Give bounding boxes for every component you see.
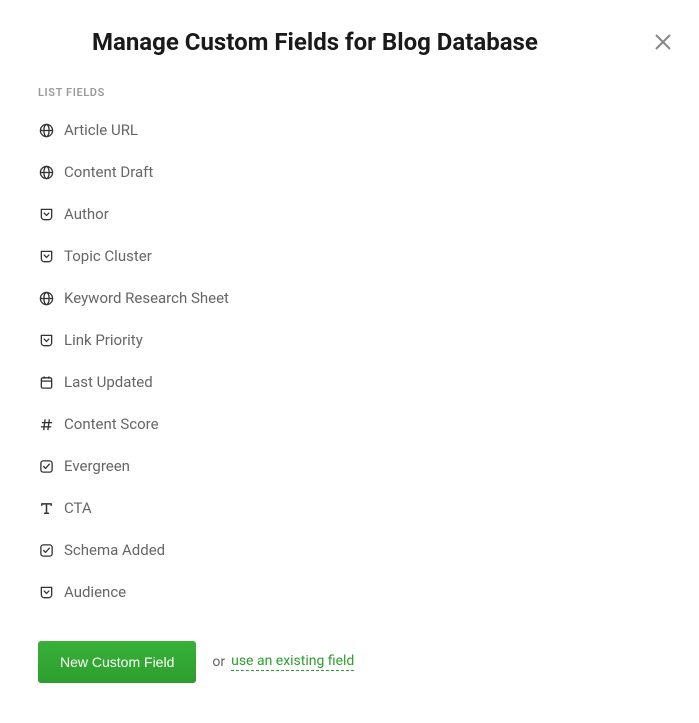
shield-down-icon (38, 332, 54, 348)
field-item[interactable]: Author (38, 193, 699, 235)
section-label: LIST FIELDS (0, 56, 699, 109)
field-label: CTA (64, 499, 92, 517)
field-label: Last Updated (64, 373, 153, 391)
modal-title: Manage Custom Fields for Blog Database (92, 28, 538, 56)
text-icon (38, 500, 54, 516)
field-item[interactable]: Keyword Research Sheet (38, 277, 699, 319)
field-list: Article URL Content Draft Author Topic C… (0, 109, 699, 613)
field-label: Content Score (64, 415, 159, 433)
field-item[interactable]: Content Score (38, 403, 699, 445)
calendar-icon (38, 374, 54, 390)
field-item[interactable]: Article URL (38, 109, 699, 151)
field-label: Evergreen (64, 457, 130, 475)
field-label: Article URL (64, 121, 138, 139)
field-label: Schema Added (64, 541, 165, 559)
field-item[interactable]: Topic Cluster (38, 235, 699, 277)
field-label: Content Draft (64, 163, 153, 181)
field-item[interactable]: Audience (38, 571, 699, 613)
shield-down-icon (38, 206, 54, 222)
modal-header: Manage Custom Fields for Blog Database (0, 0, 699, 56)
field-label: Author (64, 205, 109, 223)
checkbox-icon (38, 542, 54, 558)
shield-down-icon (38, 584, 54, 600)
checkbox-icon (38, 458, 54, 474)
use-existing-field-link[interactable]: use an existing field (231, 653, 354, 671)
close-button[interactable] (651, 30, 675, 54)
field-item[interactable]: Last Updated (38, 361, 699, 403)
field-label: Topic Cluster (64, 247, 152, 265)
new-custom-field-button[interactable]: New Custom Field (38, 641, 196, 683)
field-item[interactable]: Schema Added (38, 529, 699, 571)
or-text: or (212, 654, 225, 670)
field-item[interactable]: Content Draft (38, 151, 699, 193)
field-item[interactable]: CTA (38, 487, 699, 529)
field-item[interactable]: Evergreen (38, 445, 699, 487)
globe-icon (38, 164, 54, 180)
hash-icon (38, 416, 54, 432)
shield-down-icon (38, 248, 54, 264)
modal-footer: New Custom Field or use an existing fiel… (0, 613, 699, 683)
globe-icon (38, 122, 54, 138)
field-item[interactable]: Link Priority (38, 319, 699, 361)
close-icon (653, 32, 673, 52)
field-label: Link Priority (64, 331, 143, 349)
field-label: Audience (64, 583, 126, 601)
field-label: Keyword Research Sheet (64, 289, 229, 307)
globe-icon (38, 290, 54, 306)
